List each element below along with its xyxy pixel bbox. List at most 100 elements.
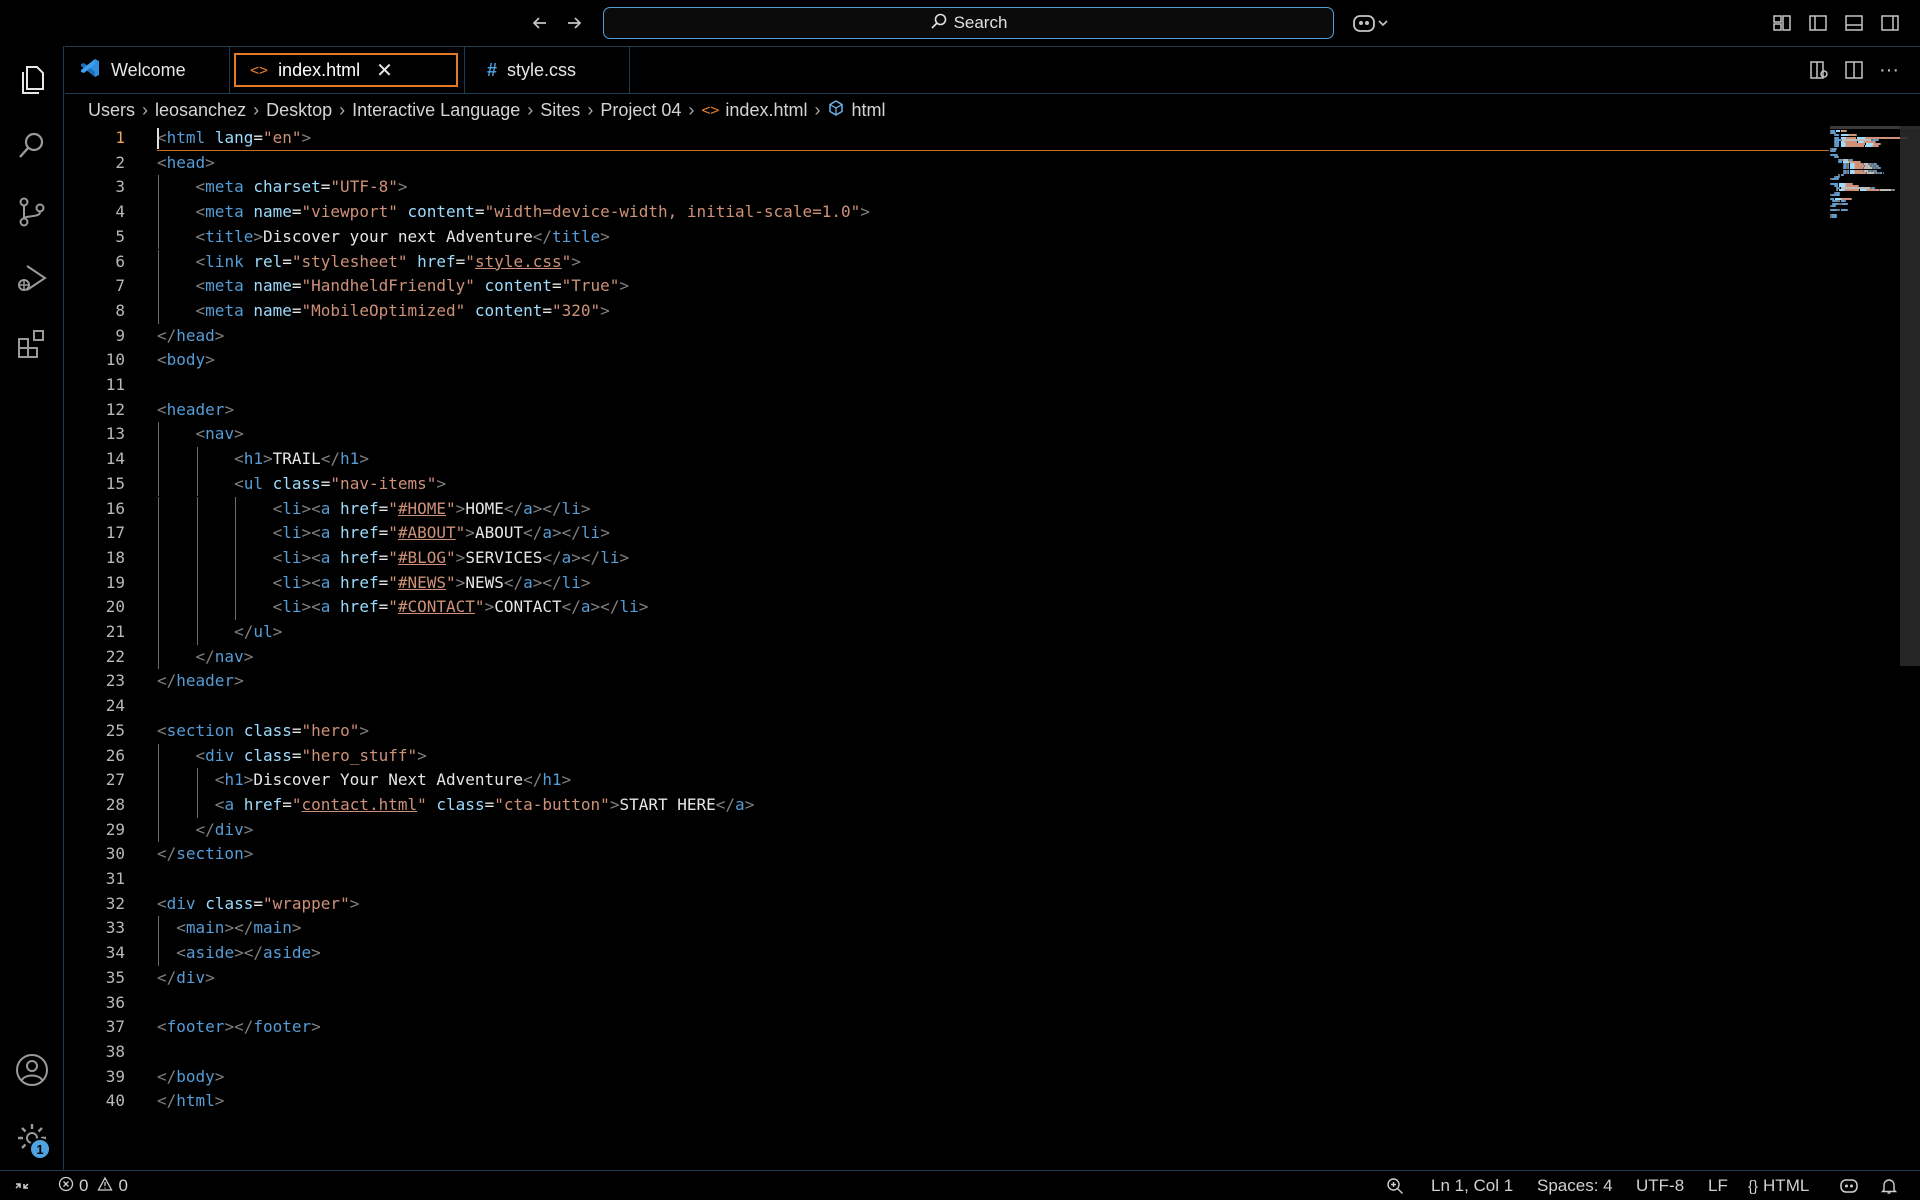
notifications-bell-icon[interactable] <box>1880 1171 1898 1200</box>
code-line[interactable]: <header> <box>157 398 234 423</box>
breadcrumb-item[interactable]: Sites <box>540 100 580 121</box>
language-mode[interactable]: {} HTML <box>1748 1171 1809 1200</box>
more-actions-icon[interactable]: ··· <box>1876 57 1902 83</box>
code-line[interactable]: <html lang="en"> <box>157 126 311 151</box>
explorer-icon[interactable] <box>12 60 52 100</box>
source-control-icon[interactable] <box>12 192 52 232</box>
code-line[interactable]: <section class="hero"> <box>157 719 369 744</box>
code-line[interactable]: <nav> <box>157 422 244 447</box>
code-line[interactable]: </html> <box>157 1089 224 1114</box>
remote-indicator-icon[interactable] <box>14 1171 30 1200</box>
breadcrumb-item[interactable]: Interactive Language <box>352 100 520 121</box>
code-token: content <box>407 202 475 222</box>
code-line[interactable]: <main></main> <box>157 916 301 941</box>
code-token: > <box>561 770 572 790</box>
tab-index-html[interactable]: <> index.html ✕ <box>230 47 465 93</box>
code-editor[interactable]: 1 2 3 4 5 6 7 8 9 10 11 12 13 14 15 16 17 18 19 20 21 22 23 24 2… <box>65 126 1920 1170</box>
code-line[interactable]: <div class="hero_stuff"> <box>157 744 427 769</box>
code-line[interactable]: <li><a href="#BLOG">SERVICES</a></li> <box>157 546 630 571</box>
close-icon[interactable]: ✕ <box>376 58 393 83</box>
code-line[interactable]: <ul class="nav-items"> <box>157 472 446 497</box>
code-line[interactable]: <footer></footer> <box>157 1015 321 1040</box>
code-line[interactable]: <link rel="stylesheet" href="style.css"> <box>157 250 581 275</box>
code-line[interactable]: <body> <box>157 348 215 373</box>
copilot-icon[interactable] <box>1350 11 1392 35</box>
code-line[interactable]: <li><a href="#HOME">HOME</a></li> <box>157 497 591 522</box>
code-line[interactable]: <meta name="HandheldFriendly" content="T… <box>157 274 630 299</box>
code-token: div <box>166 893 196 913</box>
code-line[interactable]: <li><a href="#ABOUT">ABOUT</a></li> <box>157 521 610 546</box>
code-line[interactable]: </ul> <box>157 620 282 645</box>
code-token: </ <box>320 449 341 469</box>
cursor-position[interactable]: Ln 1, Col 1 <box>1431 1171 1513 1200</box>
code-line[interactable]: <h1>TRAIL</h1> <box>157 447 369 472</box>
code-line[interactable]: </div> <box>157 966 215 991</box>
code-token: > <box>224 399 235 419</box>
code-token: < <box>214 770 225 790</box>
copilot-status-icon[interactable] <box>1839 1171 1859 1200</box>
zoom-icon[interactable] <box>1386 1171 1404 1200</box>
run-and-debug-icon[interactable] <box>12 258 52 298</box>
code-token: < <box>234 449 244 469</box>
symbol-element-icon <box>827 99 845 122</box>
encoding-setting[interactable]: UTF-8 <box>1636 1171 1684 1200</box>
code-token: = <box>320 473 331 493</box>
tab-style-css[interactable]: # style.css <box>465 47 630 93</box>
toggle-primary-sidebar-icon[interactable] <box>1806 11 1830 35</box>
code-line[interactable]: <li><a href="#CONTACT">CONTACT</a></li> <box>157 595 649 620</box>
search-view-icon[interactable] <box>12 126 52 166</box>
line-number: 23 <box>105 671 125 691</box>
code-line[interactable]: </nav> <box>157 645 254 670</box>
code-line[interactable]: </div> <box>157 818 254 843</box>
code-token: head <box>176 325 215 345</box>
breadcrumb-item[interactable]: Project 04 <box>600 100 681 121</box>
indentation-setting[interactable]: Spaces: 4 <box>1537 1171 1613 1200</box>
code-token: > <box>619 547 630 567</box>
extensions-icon[interactable] <box>12 324 52 364</box>
breadcrumb-item[interactable]: leosanchez <box>155 100 246 121</box>
code-token: li <box>580 523 601 543</box>
vertical-scrollbar[interactable] <box>1900 126 1920 666</box>
accounts-icon[interactable] <box>12 1050 52 1090</box>
code-line[interactable]: <li><a href="#NEWS">NEWS</a></li> <box>157 571 591 596</box>
breadcrumb-symbol[interactable]: html <box>827 99 885 122</box>
code-line[interactable]: </section> <box>157 842 253 867</box>
breadcrumb-file[interactable]: <> index.html <box>701 100 807 121</box>
toggle-secondary-sidebar-icon[interactable] <box>1878 11 1902 35</box>
code-token: < <box>234 473 244 493</box>
customize-layout-icon[interactable] <box>1770 11 1794 35</box>
code-line[interactable]: <head> <box>157 151 215 176</box>
code-token: >< <box>301 523 321 543</box>
split-editor-icon[interactable] <box>1841 57 1867 83</box>
command-center-search[interactable]: Search <box>603 7 1334 39</box>
code-line[interactable]: <meta charset="UTF-8"> <box>157 175 408 200</box>
code-token: >< <box>301 547 321 567</box>
code-line[interactable]: <aside></aside> <box>157 941 321 966</box>
tab-welcome[interactable]: Welcome <box>65 47 230 93</box>
code-token: "hero_stuff" <box>301 745 418 765</box>
open-changes-icon[interactable] <box>1806 57 1832 83</box>
arrow-right-icon[interactable] <box>562 11 586 35</box>
code-line[interactable]: </header> <box>157 669 244 694</box>
code-line[interactable]: </body> <box>157 1065 224 1090</box>
code-line[interactable]: <meta name="viewport" content="width=dev… <box>157 200 870 225</box>
code-line[interactable]: <div class="wrapper"> <box>157 892 359 917</box>
code-token: > <box>455 547 466 567</box>
search-label: Search <box>953 13 1008 32</box>
arrow-left-icon[interactable] <box>528 11 552 35</box>
code-line[interactable]: </head> <box>157 324 224 349</box>
chevron-right-icon: › <box>814 99 821 120</box>
line-number: 18 <box>105 547 125 567</box>
code-line[interactable]: <h1>Discover Your Next Adventure</h1> <box>157 768 571 793</box>
code-token: NEWS <box>465 572 504 592</box>
code-line[interactable]: <a href="contact.html" class="cta-button… <box>157 793 755 818</box>
eol-setting[interactable]: LF <box>1708 1171 1728 1200</box>
code-token: a <box>320 572 331 592</box>
code-line[interactable]: <meta name="MobileOptimized" content="32… <box>157 299 610 324</box>
code-token: ></ <box>224 918 254 938</box>
code-line[interactable]: <title>Discover your next Adventure</tit… <box>157 225 610 250</box>
problems-indicator[interactable]: 0 0 <box>58 1171 128 1200</box>
toggle-panel-icon[interactable] <box>1842 11 1866 35</box>
breadcrumb-item[interactable]: Desktop <box>266 100 332 121</box>
breadcrumb-item[interactable]: Users <box>88 100 135 121</box>
